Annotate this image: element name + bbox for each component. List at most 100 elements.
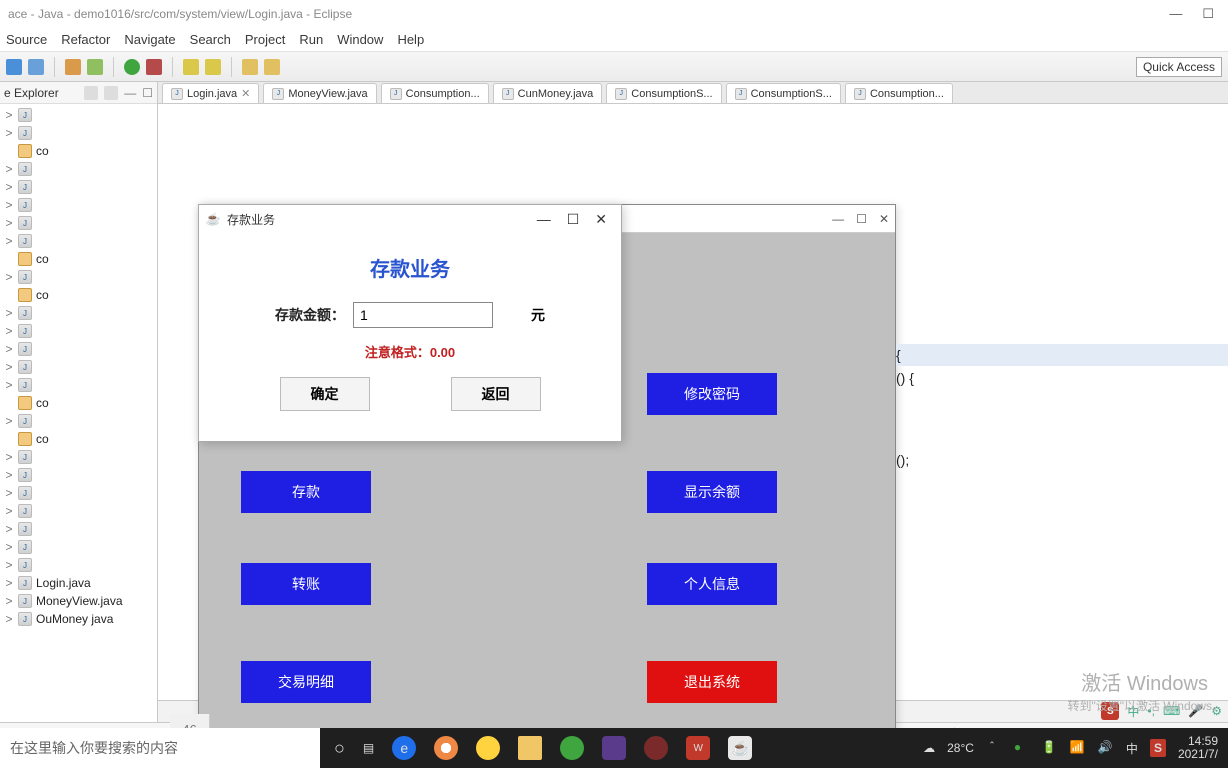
transactions-button[interactable]: 交易明细 (241, 661, 371, 703)
tree-row[interactable]: >J (0, 178, 157, 196)
edge-icon[interactable]: e (392, 736, 416, 760)
tree-row[interactable]: >JLogin.java (0, 574, 157, 592)
deposit-button[interactable]: 存款 (241, 471, 371, 513)
tree-row[interactable]: >J (0, 358, 157, 376)
new-icon[interactable] (65, 59, 81, 75)
change-password-button[interactable]: 修改密码 (647, 373, 777, 415)
tree-row[interactable]: >J (0, 268, 157, 286)
menu-search[interactable]: Search (190, 32, 231, 47)
wechat-icon[interactable] (560, 736, 584, 760)
editor-tab[interactable]: JLogin.java✕ (162, 83, 259, 103)
new-package-icon[interactable] (205, 59, 221, 75)
editor-tab[interactable]: JConsumptionS... (726, 83, 841, 103)
tree-row[interactable]: >JMoneyView.java (0, 592, 157, 610)
link-editor-icon[interactable] (84, 86, 98, 100)
minimize-icon[interactable]: — (1169, 6, 1182, 22)
battery-icon[interactable]: 🔋 (1042, 740, 1058, 756)
volume-icon[interactable]: 🔊 (1098, 740, 1114, 756)
back-button[interactable]: 返回 (451, 377, 541, 411)
swing-minimize-icon[interactable]: — (832, 212, 844, 226)
tree[interactable]: >J>Jco>J>J>J>J>Jco>Jco>J>J>J>J>Jco>Jco>J… (0, 104, 157, 722)
swing-close-icon[interactable]: ✕ (879, 212, 889, 226)
transfer-button[interactable]: 转账 (241, 563, 371, 605)
run-last-icon[interactable] (146, 59, 162, 75)
taskbar-searchbox[interactable]: 在这里输入你要搜索的内容 (0, 728, 320, 768)
tree-row[interactable]: co (0, 430, 157, 448)
menu-project[interactable]: Project (245, 32, 285, 47)
editor-tab[interactable]: JConsumption... (381, 83, 489, 103)
maximize-view-icon[interactable]: ☐ (142, 86, 153, 100)
personal-info-button[interactable]: 个人信息 (647, 563, 777, 605)
tree-row[interactable]: >J (0, 214, 157, 232)
app2-icon[interactable] (644, 736, 668, 760)
cortana-icon[interactable]: ○ (334, 738, 345, 759)
tree-row[interactable]: >J (0, 376, 157, 394)
tree-row[interactable]: >J (0, 160, 157, 178)
debug-icon[interactable] (87, 59, 103, 75)
weather-icon[interactable]: ☁ (923, 741, 935, 755)
tree-row[interactable]: >J (0, 484, 157, 502)
close-tab-icon[interactable]: ✕ (241, 87, 250, 100)
tree-row[interactable]: co (0, 286, 157, 304)
tray-chevron-icon[interactable]: ＾ (986, 740, 1002, 756)
amount-input[interactable] (353, 302, 493, 328)
chrome-icon[interactable] (434, 736, 458, 760)
exit-system-button[interactable]: 退出系统 (647, 661, 777, 703)
maximize-icon[interactable]: ☐ (1202, 6, 1214, 22)
clock[interactable]: 14:59 2021/7/ (1178, 735, 1218, 761)
tree-row[interactable]: >JOuMoney java (0, 610, 157, 628)
weather-temp[interactable]: 28°C (947, 741, 974, 755)
wifi-icon[interactable]: 📶 (1070, 740, 1086, 756)
editor-tab[interactable]: JConsumption... (845, 83, 953, 103)
swing-maximize-icon[interactable]: ☐ (856, 212, 867, 226)
menu-help[interactable]: Help (397, 32, 424, 47)
save-all-icon[interactable] (28, 59, 44, 75)
tree-row[interactable]: >J (0, 106, 157, 124)
quick-access[interactable]: Quick Access (1136, 57, 1222, 77)
app-icon[interactable] (602, 736, 626, 760)
tree-row[interactable]: >J (0, 556, 157, 574)
menu-refactor[interactable]: Refactor (61, 32, 110, 47)
back-icon[interactable] (242, 59, 258, 75)
menu-navigate[interactable]: Navigate (124, 32, 175, 47)
menu-run[interactable]: Run (299, 32, 323, 47)
tree-row[interactable]: >J (0, 538, 157, 556)
editor-tab[interactable]: JCunMoney.java (493, 83, 603, 103)
tree-row[interactable]: >J (0, 340, 157, 358)
ok-button[interactable]: 确定 (280, 377, 370, 411)
tree-row[interactable]: >J (0, 502, 157, 520)
tree-row[interactable]: >J (0, 412, 157, 430)
tree-row[interactable]: >J (0, 124, 157, 142)
tree-row[interactable]: co (0, 142, 157, 160)
minimize-view-icon[interactable]: — (124, 86, 136, 100)
dialog-minimize-icon[interactable]: — (537, 211, 551, 228)
editor-tab[interactable]: JMoneyView.java (263, 83, 376, 103)
run-icon[interactable] (124, 59, 140, 75)
explorer-icon[interactable] (518, 736, 542, 760)
menu-window[interactable]: Window (337, 32, 383, 47)
tree-row[interactable]: >J (0, 520, 157, 538)
view-menu-icon[interactable] (104, 86, 118, 100)
task-view-icon[interactable]: ▤ (363, 741, 374, 755)
editor-tab[interactable]: JConsumptionS... (606, 83, 721, 103)
ime-indicator[interactable]: 中 (1126, 740, 1138, 757)
wechat-tray-icon[interactable]: ● (1014, 740, 1030, 756)
java-app-icon[interactable]: ☕ (728, 736, 752, 760)
forward-icon[interactable] (264, 59, 280, 75)
tree-row[interactable]: >J (0, 196, 157, 214)
wps-icon[interactable]: W (686, 736, 710, 760)
dialog-maximize-icon[interactable]: ☐ (567, 211, 580, 228)
tree-row[interactable]: >J (0, 322, 157, 340)
balance-button[interactable]: 显示余额 (647, 471, 777, 513)
open-type-icon[interactable] (183, 59, 199, 75)
tree-row[interactable]: >J (0, 466, 157, 484)
save-icon[interactable] (6, 59, 22, 75)
tree-row[interactable]: >J (0, 232, 157, 250)
menu-source[interactable]: Source (6, 32, 47, 47)
qq-icon[interactable] (476, 736, 500, 760)
dialog-close-icon[interactable]: ✕ (595, 211, 607, 228)
tree-row[interactable]: co (0, 250, 157, 268)
tree-row[interactable]: >J (0, 304, 157, 322)
tree-row[interactable]: co (0, 394, 157, 412)
tree-row[interactable]: >J (0, 448, 157, 466)
